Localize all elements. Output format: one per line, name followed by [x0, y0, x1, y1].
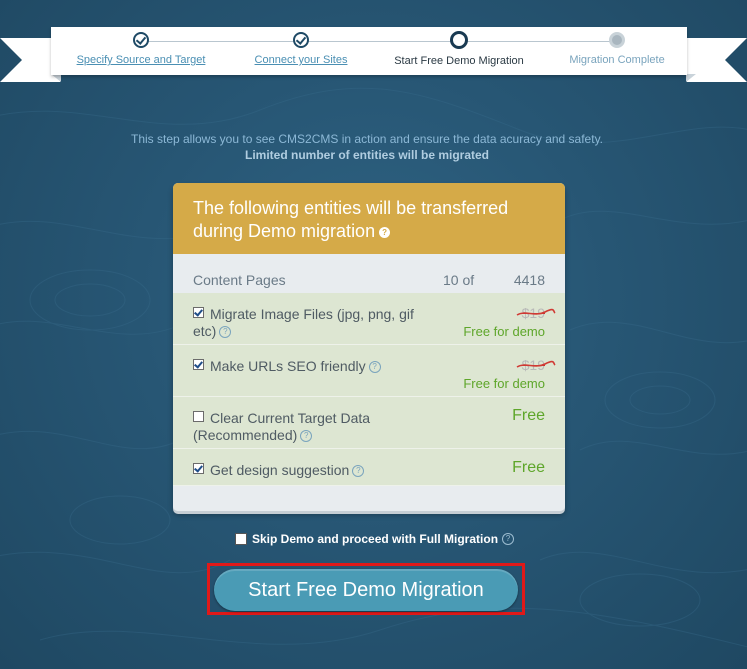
help-icon[interactable]: ?	[379, 226, 391, 238]
option-label: Migrate Image Files (jpg, png, gif etc)?	[193, 306, 414, 339]
start-demo-migration-button[interactable]: Start Free Demo Migration	[214, 569, 518, 611]
option-label: Get design suggestion?	[193, 462, 423, 479]
ribbon-fold-left	[51, 74, 61, 82]
step-label[interactable]: Connect your Sites	[221, 54, 381, 66]
strike-scribble-icon	[516, 360, 556, 368]
step-completed-check-icon	[133, 32, 149, 48]
content-pages-label: Content Pages	[193, 272, 286, 288]
free-price: Free	[512, 459, 545, 476]
option-row-migrate-images: Migrate Image Files (jpg, png, gif etc)?…	[173, 293, 565, 345]
help-icon[interactable]: ?	[502, 533, 515, 545]
strike-scribble-icon	[516, 308, 556, 316]
intro-line: This step allows you to see CMS2CMS in a…	[130, 132, 604, 146]
card-header: The following entities will be transferr…	[173, 183, 565, 254]
wizard-step-connect-sites[interactable]: Connect your Sites	[221, 32, 381, 66]
skip-demo-checkbox[interactable]	[235, 533, 247, 545]
help-icon[interactable]: ?	[219, 326, 232, 339]
intro-line-bold: Limited number of entities will be migra…	[244, 148, 490, 162]
intro-text: This step allows you to see CMS2CMS in a…	[0, 131, 734, 163]
free-for-demo-note: Free for demo	[463, 324, 545, 339]
skip-demo-option[interactable]: Skip Demo and proceed with Full Migratio…	[235, 532, 515, 546]
option-label: Clear Current Target Data (Recommended)?	[193, 410, 371, 443]
content-pages-row: Content Pages 10 of 4418	[173, 254, 565, 293]
wizard-step-migration-complete: Migration Complete	[537, 32, 697, 66]
wizard-step-start-demo: Start Free Demo Migration	[379, 31, 539, 67]
step-pending-indicator-icon	[609, 32, 625, 48]
content-pages-total: 4418	[513, 272, 545, 288]
wizard-progress-bar: Specify Source and Target Connect your S…	[51, 27, 687, 75]
step-label[interactable]: Specify Source and Target	[61, 54, 221, 66]
demo-entities-card: The following entities will be transferr…	[173, 183, 565, 511]
step-label: Migration Complete	[569, 54, 665, 66]
option-row-clear-target: Clear Current Target Data (Recommended)?…	[173, 397, 565, 449]
option-label: Make URLs SEO friendly?	[193, 358, 423, 375]
free-for-demo-note: Free for demo	[463, 376, 545, 391]
wizard-step-specify-source[interactable]: Specify Source and Target	[61, 32, 221, 66]
card-title: The following entities will be transferr…	[193, 198, 509, 241]
skip-demo-label: Skip Demo and proceed with Full Migratio…	[252, 532, 499, 546]
card-footer-spacer	[173, 486, 565, 511]
step-label: Start Free Demo Migration	[394, 55, 524, 67]
ribbon-fold-right	[686, 74, 696, 82]
help-icon[interactable]: ?	[300, 430, 313, 443]
help-icon[interactable]: ?	[352, 465, 365, 478]
step-current-indicator-icon	[450, 31, 468, 49]
free-price: Free	[512, 407, 545, 424]
help-icon[interactable]: ?	[368, 361, 381, 374]
option-row-design-suggestion: Get design suggestion? Free	[173, 449, 565, 486]
option-row-seo-urls: Make URLs SEO friendly? $19 Free for dem…	[173, 345, 565, 397]
content-pages-count: 10 of	[443, 272, 475, 288]
step-completed-check-icon	[293, 32, 309, 48]
